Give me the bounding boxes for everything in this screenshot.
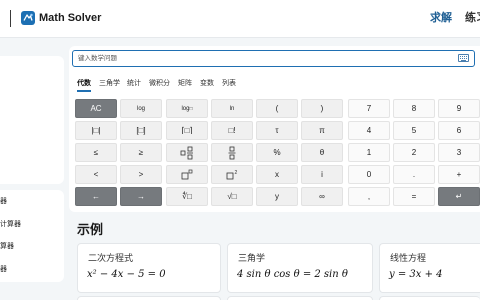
nav-practice-link[interactable]: 练习 [465, 11, 480, 25]
math-solver-logo-icon[interactable] [21, 11, 35, 25]
key-5[interactable]: 5 [393, 121, 435, 140]
key-square-root[interactable]: √□ [211, 187, 253, 206]
key-greater-equal[interactable]: ≥ [120, 143, 162, 162]
key-9[interactable]: 9 [438, 99, 480, 118]
sidebar-item-2[interactable]: 计算器 [0, 220, 21, 229]
example-card-quadratic[interactable]: 二次方程式 x² − 4x − 5 = 0 [77, 243, 221, 293]
key-nth-root[interactable]: ∜□ [166, 187, 208, 206]
key-enter[interactable]: ↵ [438, 187, 480, 206]
key-factorial[interactable]: □! [211, 121, 253, 140]
math-input-placeholder: 键入数学问题 [78, 55, 117, 62]
examples-heading: 示例 [77, 222, 104, 237]
svg-text:2: 2 [234, 170, 237, 176]
key-square[interactable]: 2 [211, 165, 253, 184]
tab-calculus[interactable]: 微积分 [149, 79, 170, 89]
key-0[interactable]: 0 [348, 165, 390, 184]
key-greater-than[interactable]: > [120, 165, 162, 184]
example-equation: 4 sin θ cos θ = 2 sin θ [237, 269, 348, 280]
key-y[interactable]: y [256, 187, 298, 206]
key-left-arrow[interactable]: ← [75, 187, 117, 206]
key-comma[interactable]: , [348, 187, 390, 206]
key-3[interactable]: 3 [438, 143, 480, 162]
key-ceiling[interactable]: ⌈□⌉ [166, 121, 208, 140]
key-4[interactable]: 4 [348, 121, 390, 140]
example-title: 三角学 [238, 253, 266, 263]
key-percent[interactable]: % [256, 143, 298, 162]
tab-variables[interactable]: 变数 [200, 79, 214, 89]
key-close-paren[interactable]: ) [301, 99, 343, 118]
key-mixed-fraction[interactable] [166, 143, 208, 162]
key-infinity[interactable]: ∞ [301, 187, 343, 206]
example-card-linear[interactable]: 线性方程 y = 3x + 4 [379, 243, 480, 293]
key-1[interactable]: 1 [348, 143, 390, 162]
left-panel-tools: 器 计算器 算器 器 [0, 190, 64, 282]
key-power[interactable] [166, 165, 208, 184]
key-log-base[interactable]: log □ [166, 99, 208, 118]
example-equation: y = 3x + 4 [389, 269, 443, 280]
key-pi[interactable]: π [301, 121, 343, 140]
example-equation: x² − 4x − 5 = 0 [87, 269, 166, 280]
left-panel-top [0, 56, 64, 184]
key-absolute-value[interactable]: |□| [75, 121, 117, 140]
math-input[interactable]: 键入数学问题 [72, 50, 475, 67]
sidebar-item-3[interactable]: 算器 [0, 242, 14, 251]
sidebar-item-1[interactable]: 器 [0, 197, 7, 206]
example-title: 二次方程式 [88, 253, 134, 263]
key-ln[interactable]: ln [211, 99, 253, 118]
key-log[interactable]: log [120, 99, 162, 118]
key-6[interactable]: 6 [438, 121, 480, 140]
tab-matrix[interactable]: 矩阵 [178, 79, 192, 89]
example-card-next-row [227, 296, 373, 300]
key-7[interactable]: 7 [348, 99, 390, 118]
tab-lists[interactable]: 列表 [222, 79, 236, 89]
key-less-equal[interactable]: ≤ [75, 143, 117, 162]
active-tab-indicator [77, 90, 91, 92]
tab-algebra[interactable]: 代数 [77, 79, 91, 89]
app-title[interactable]: Math Solver [39, 11, 101, 25]
key-8[interactable]: 8 [393, 99, 435, 118]
key-plus[interactable]: + [438, 165, 480, 184]
key-2[interactable]: 2 [393, 143, 435, 162]
key-fraction[interactable] [211, 143, 253, 162]
key-x[interactable]: x [256, 165, 298, 184]
key-decimal[interactable]: . [393, 165, 435, 184]
nav-solve-link[interactable]: 求解 [430, 11, 452, 25]
key-less-than[interactable]: < [75, 165, 117, 184]
tab-statistics[interactable]: 统计 [127, 79, 141, 89]
key-i[interactable]: i [301, 165, 343, 184]
example-card-next-row [77, 296, 221, 300]
key-theta[interactable]: θ [301, 143, 343, 162]
example-card-trigonometry[interactable]: 三角学 4 sin θ cos θ = 2 sin θ [227, 243, 373, 293]
key-tau[interactable]: τ [256, 121, 298, 140]
header-divider [10, 10, 11, 27]
example-card-next-row [379, 296, 480, 300]
key-open-paren[interactable]: ( [256, 99, 298, 118]
key-equals[interactable]: = [393, 187, 435, 206]
tab-trigonometry[interactable]: 三角学 [99, 79, 120, 89]
app-header: Math Solver 求解 练习 [0, 0, 480, 38]
example-title: 线性方程 [390, 253, 427, 263]
key-clear[interactable]: AC [75, 99, 117, 118]
keyboard-icon[interactable] [458, 54, 469, 62]
key-right-arrow[interactable]: → [120, 187, 162, 206]
sidebar-item-4[interactable]: 器 [0, 265, 7, 274]
key-floor[interactable]: [□] [120, 121, 162, 140]
